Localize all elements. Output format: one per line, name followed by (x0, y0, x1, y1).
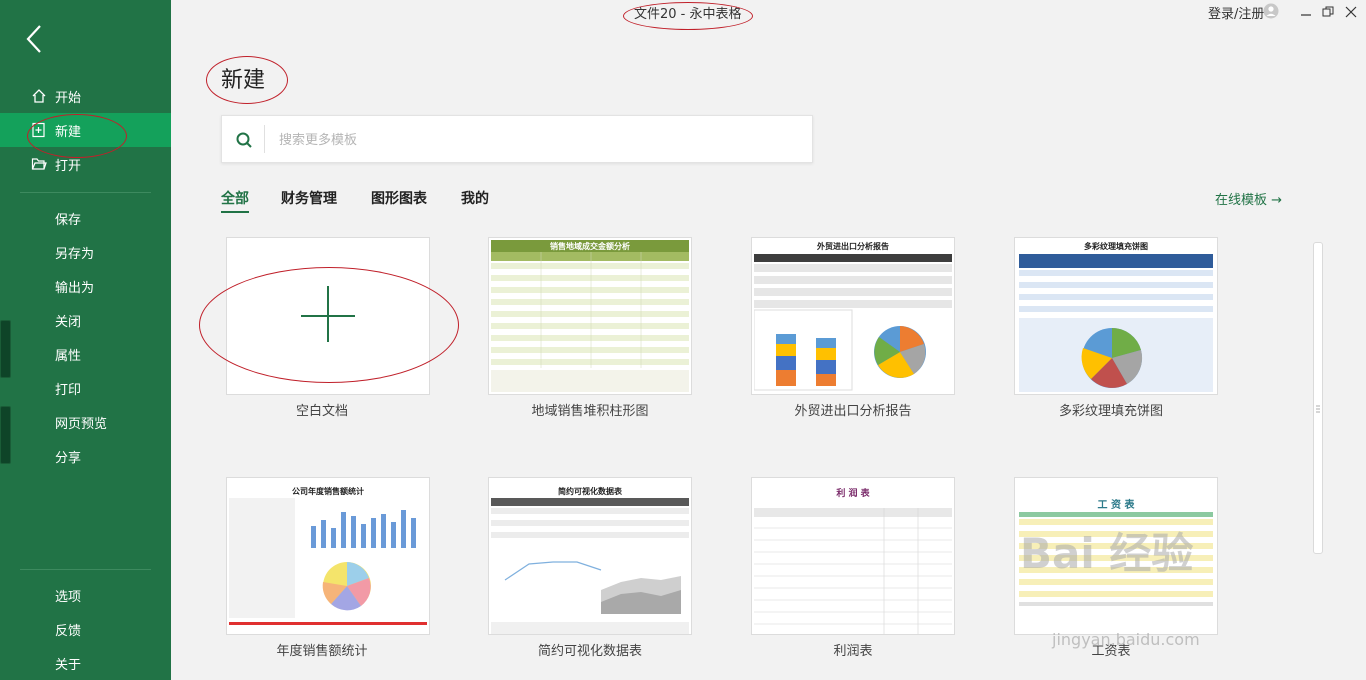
sidebar-item-options[interactable]: 选项 (0, 578, 171, 612)
sidebar-item-start[interactable]: 开始 (0, 79, 171, 113)
scrollbar-thumb[interactable] (1313, 242, 1323, 554)
folder-open-icon (30, 155, 48, 173)
login-link[interactable]: 登录/注册 (1208, 3, 1264, 22)
edge-handle (0, 320, 11, 378)
baidu-watermark-logo: Bai 经验 (1020, 529, 1194, 578)
sidebar: 开始 新建 打开 保存 另存为 输出为 关闭 属性 打印 网页预览 分享 选项 … (0, 0, 171, 680)
close-icon[interactable] (1344, 4, 1358, 18)
thumb-title: 工 资 表 (1097, 500, 1135, 511)
template-card-blank[interactable] (226, 237, 430, 395)
new-file-icon (30, 121, 48, 139)
online-templates-link[interactable]: 在线模板 → (1215, 189, 1282, 208)
vertical-scrollbar[interactable] (1311, 228, 1323, 680)
sidebar-divider (20, 192, 151, 193)
thumb-chart-preview (491, 498, 689, 634)
thumb-table-preview (491, 252, 689, 392)
thumb-title: 外贸进出口分析报告 (817, 242, 889, 251)
sidebar-item-open[interactable]: 打开 (0, 147, 171, 181)
user-avatar-icon[interactable] (1263, 3, 1279, 19)
template-card-profit-statement[interactable]: 利 润 表 (751, 477, 955, 635)
template-card-textured-pie[interactable]: 多彩纹理填充饼图 (1014, 237, 1218, 395)
sidebar-item-feedback[interactable]: 反馈 (0, 612, 171, 646)
thumb-title: 销售地域成交金额分析 (550, 242, 630, 251)
back-arrow-icon[interactable] (22, 22, 52, 56)
sidebar-item-new[interactable]: 新建 (0, 113, 171, 147)
template-card-simple-visual-table[interactable]: 简约可视化数据表 (488, 477, 692, 635)
thumb-table-preview (754, 508, 952, 634)
template-label: 空白文档 (295, 404, 348, 419)
thumb-title: 公司年度销售额统计 (292, 487, 364, 496)
sidebar-item-label: 开始 (55, 90, 82, 106)
search-icon[interactable] (234, 130, 254, 150)
thumb-chart-preview (754, 254, 952, 391)
sidebar-item-label: 打开 (55, 158, 82, 174)
sidebar-divider (20, 569, 151, 570)
template-label: 简约可视化数据表 (537, 644, 642, 659)
tab-finance[interactable]: 财务管理 (281, 188, 337, 208)
thumb-pie-preview (1019, 254, 1213, 392)
template-label: 多彩纹理填充饼图 (1058, 404, 1163, 419)
tab-charts[interactable]: 图形图表 (371, 188, 427, 208)
template-label: 年度销售额统计 (276, 644, 368, 659)
sidebar-item-web-preview[interactable]: 网页预览 (0, 405, 171, 439)
sidebar-item-share[interactable]: 分享 (0, 439, 171, 473)
search-divider (264, 125, 265, 153)
page-title: 新建 (221, 68, 266, 93)
thumb-title: 利 润 表 (836, 489, 870, 499)
template-search-box (221, 115, 813, 163)
sidebar-item-close[interactable]: 关闭 (0, 303, 171, 337)
template-label: 利润表 (833, 644, 873, 659)
baidu-watermark-url: jingyan.baidu.com (1052, 630, 1200, 649)
sidebar-item-save-as[interactable]: 另存为 (0, 235, 171, 269)
tab-all[interactable]: 全部 (221, 188, 249, 213)
minimize-icon[interactable] (1299, 4, 1313, 18)
plus-icon (301, 286, 355, 342)
restore-icon[interactable] (1321, 4, 1335, 18)
sidebar-item-label: 新建 (55, 124, 82, 140)
template-label: 地域销售堆积柱形图 (531, 404, 649, 419)
sidebar-item-properties[interactable]: 属性 (0, 337, 171, 371)
thumb-chart-preview (229, 498, 427, 625)
template-card-foreign-trade[interactable]: 外贸进出口分析报告 (751, 237, 955, 395)
sidebar-item-export[interactable]: 输出为 (0, 269, 171, 303)
edge-handle (0, 406, 11, 464)
template-label: 外贸进出口分析报告 (794, 404, 912, 419)
sidebar-item-print[interactable]: 打印 (0, 371, 171, 405)
template-card-regional-sales[interactable]: 销售地域成交金额分析 (488, 237, 692, 395)
tab-mine[interactable]: 我的 (461, 188, 489, 208)
sidebar-item-save[interactable]: 保存 (0, 201, 171, 235)
template-card-annual-sales[interactable]: 公司年度销售额统计 (226, 477, 430, 635)
title-bar: 文件20 - 永中表格 登录/注册 (171, 0, 1366, 26)
home-icon (30, 87, 48, 105)
search-input[interactable] (277, 126, 801, 154)
document-title: 文件20 - 永中表格 (634, 7, 742, 22)
sidebar-item-about[interactable]: 关于 (0, 646, 171, 680)
thumb-title: 多彩纹理填充饼图 (1084, 242, 1148, 251)
thumb-title: 简约可视化数据表 (558, 487, 622, 496)
